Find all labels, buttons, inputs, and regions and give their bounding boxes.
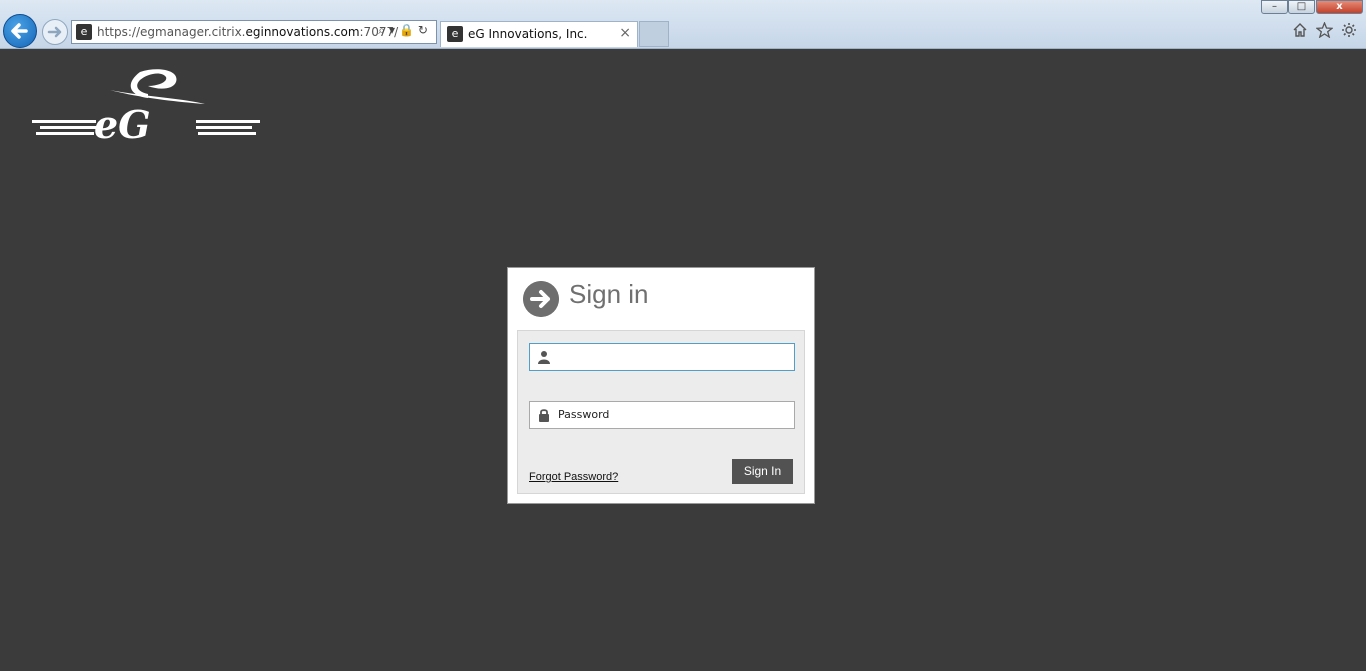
site-favicon: e bbox=[76, 24, 92, 40]
padlock-icon bbox=[539, 409, 549, 422]
address-bar-icons[interactable]: ⌕▾🔒↻ bbox=[378, 23, 432, 38]
back-button[interactable] bbox=[3, 14, 37, 48]
forward-arrow-icon bbox=[47, 26, 62, 38]
forgot-password-link[interactable]: Forgot Password? bbox=[529, 471, 618, 483]
sign-in-button[interactable]: Sign In bbox=[732, 459, 793, 484]
login-form: Password Forgot Password? Sign In bbox=[517, 330, 805, 494]
sign-in-arrow-icon bbox=[523, 281, 559, 317]
minimize-button[interactable]: – bbox=[1261, 0, 1288, 14]
user-icon bbox=[538, 351, 550, 364]
password-placeholder: Password bbox=[558, 408, 610, 421]
sign-in-title: Sign in bbox=[569, 279, 649, 309]
home-icon[interactable] bbox=[1292, 22, 1308, 42]
tab-favicon: e bbox=[447, 26, 463, 42]
gear-icon[interactable] bbox=[1341, 22, 1357, 42]
password-field[interactable]: Password bbox=[529, 401, 795, 429]
back-arrow-icon bbox=[11, 23, 28, 39]
url-text[interactable]: https://egmanager.citrix.eginnovations.c… bbox=[97, 24, 398, 40]
url-domain: eginnovations.com bbox=[245, 25, 360, 39]
star-icon[interactable] bbox=[1315, 21, 1334, 42]
browser-chrome: e https://egmanager.citrix.eginnovations… bbox=[0, 0, 1366, 49]
tab-eg-innovations[interactable]: e eG Innovations, Inc. × bbox=[440, 21, 638, 47]
close-window-button[interactable]: x bbox=[1316, 0, 1363, 14]
maximize-button[interactable]: □ bbox=[1288, 0, 1315, 14]
username-field[interactable] bbox=[529, 343, 795, 371]
new-tab-button[interactable] bbox=[639, 21, 669, 47]
tab-close-icon[interactable]: × bbox=[619, 25, 631, 41]
address-bar[interactable]: e https://egmanager.citrix.eginnovations… bbox=[71, 20, 437, 44]
sign-in-card: Sign in Password Forgot Password? Sign I… bbox=[507, 267, 815, 504]
tab-title: eG Innovations, Inc. bbox=[468, 27, 588, 41]
eg-logo: eG bbox=[32, 69, 260, 142]
url-prefix: https://egmanager.citrix. bbox=[97, 25, 246, 39]
svg-text:eG: eG bbox=[94, 102, 151, 142]
forward-button[interactable] bbox=[42, 19, 68, 45]
